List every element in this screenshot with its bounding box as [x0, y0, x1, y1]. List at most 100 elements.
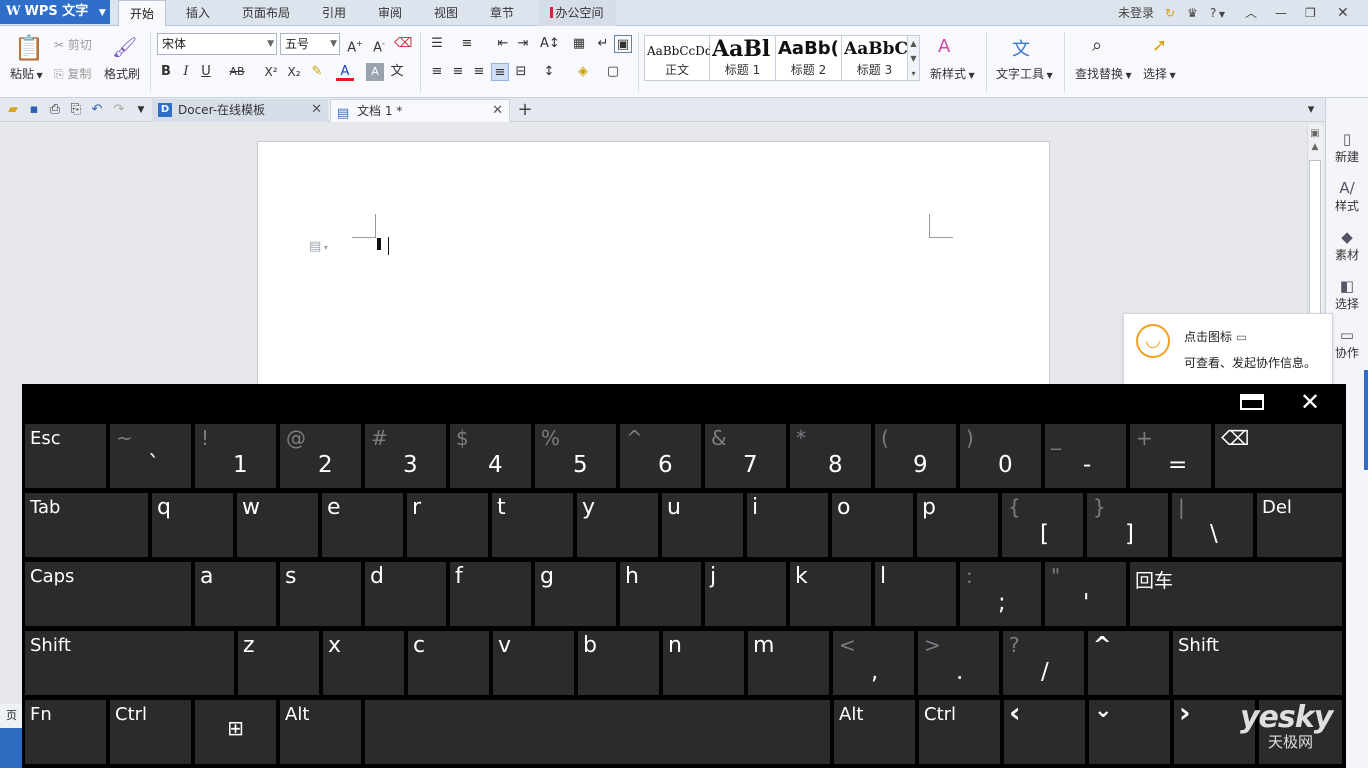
key-3[interactable]: #3: [365, 424, 446, 488]
key-6[interactable]: ^ 6: [620, 424, 701, 488]
style-gallery-scroll[interactable]: ▲ ▼ ▾: [908, 35, 920, 81]
key-o[interactable]: o: [832, 493, 913, 557]
style-normal[interactable]: AaBbCcDd 正文: [644, 35, 713, 81]
table-icon[interactable]: ▦: [570, 35, 588, 53]
undo-icon[interactable]: ↶: [88, 101, 106, 119]
style-heading-2[interactable]: AaBb( 标题 2: [776, 35, 842, 81]
key-del[interactable]: Del: [1257, 493, 1342, 557]
key-m[interactable]: m: [748, 631, 829, 695]
sidebar-item-new[interactable]: ▯ 新建: [1327, 130, 1367, 165]
key-5[interactable]: % 5: [535, 424, 616, 488]
increase-indent-icon[interactable]: ⇥: [514, 35, 532, 53]
restore-icon[interactable]: ❐: [1305, 4, 1316, 22]
scroll-top-icon[interactable]: ▣: [1308, 128, 1322, 140]
tab-insert[interactable]: 插入: [176, 0, 220, 26]
key-u[interactable]: u: [662, 493, 743, 557]
tab-review[interactable]: 审阅: [368, 0, 412, 26]
new-style-icon[interactable]: A: [938, 36, 964, 57]
minimize-icon[interactable]: —: [1275, 4, 1287, 22]
scroll-up-icon[interactable]: ▲: [1308, 142, 1322, 154]
key-c[interactable]: c: [408, 631, 489, 695]
key-comma[interactable]: <,: [833, 631, 914, 695]
key-s[interactable]: s: [280, 562, 361, 626]
bullets-icon[interactable]: ☰: [428, 35, 446, 53]
redo-icon[interactable]: ↷: [110, 101, 128, 119]
key-alt-left[interactable]: Alt: [280, 700, 361, 764]
cursor-icon[interactable]: ➚: [1152, 35, 1178, 56]
key-equals[interactable]: + =: [1130, 424, 1211, 488]
grow-font-icon[interactable]: A+: [346, 35, 364, 55]
key-z[interactable]: z: [238, 631, 319, 695]
shrink-font-icon[interactable]: A-: [370, 35, 388, 55]
key-backspace[interactable]: ⌫: [1215, 424, 1342, 488]
align-center-icon[interactable]: ≡: [449, 63, 467, 81]
key-space[interactable]: [365, 700, 830, 764]
key-ctrl-right[interactable]: Ctrl: [919, 700, 1000, 764]
key-arrow-left[interactable]: ‹: [1004, 696, 1085, 764]
superscript-button[interactable]: X²: [260, 63, 282, 81]
tab-home[interactable]: 开始: [118, 0, 166, 26]
key-j[interactable]: j: [705, 562, 786, 626]
collapse-ribbon-icon[interactable]: ︿: [1245, 4, 1257, 22]
key-enter[interactable]: 回车: [1130, 562, 1342, 626]
distribute-icon[interactable]: ⊟: [512, 63, 530, 81]
key-shift-left[interactable]: Shift: [25, 631, 234, 695]
tab-references[interactable]: 引用: [312, 0, 356, 26]
key-i[interactable]: i: [747, 493, 828, 557]
sidebar-item-select[interactable]: ◧ 选择: [1327, 277, 1367, 312]
justify-icon[interactable]: ≡: [491, 63, 509, 81]
tab-chapter[interactable]: 章节: [480, 0, 524, 26]
style-heading-1[interactable]: AaBl 标题 1: [710, 35, 776, 81]
font-size-select[interactable]: 五号 ▼: [280, 33, 340, 55]
new-style-button[interactable]: 新样式 ▼: [930, 65, 975, 82]
format-painter-button[interactable]: 格式刷: [104, 65, 140, 82]
key-quote[interactable]: " ': [1045, 562, 1126, 626]
key-g[interactable]: g: [535, 562, 616, 626]
open-folder-icon[interactable]: ▰: [4, 101, 22, 119]
key-minus[interactable]: _ -: [1045, 424, 1126, 488]
cut-button[interactable]: ✂ 剪切: [54, 36, 92, 53]
save-icon[interactable]: ▪: [25, 101, 43, 119]
key-arrow-down[interactable]: ⌄: [1089, 698, 1170, 764]
key-y[interactable]: y: [577, 493, 658, 557]
key-f[interactable]: f: [450, 562, 531, 626]
key-caps[interactable]: Caps: [25, 562, 191, 626]
line-spacing-icon[interactable]: ↕: [540, 63, 558, 81]
key-shift-right[interactable]: Shift: [1173, 631, 1342, 695]
app-menu-button[interactable]: W WPS 文字 ▼: [0, 0, 110, 24]
text-tools-icon[interactable]: 文: [1012, 35, 1038, 61]
key-fn[interactable]: Fn: [25, 700, 106, 764]
show-marks-icon[interactable]: ▣: [614, 35, 632, 53]
highlight-icon[interactable]: ✎: [308, 63, 326, 81]
tab-page-layout[interactable]: 页面布局: [236, 0, 296, 26]
key-q[interactable]: q: [152, 493, 233, 557]
key-arrow-up[interactable]: ^: [1088, 631, 1169, 695]
key-p[interactable]: p: [917, 493, 998, 557]
numbering-icon[interactable]: ≡: [458, 35, 476, 53]
login-link[interactable]: 未登录: [1118, 4, 1154, 22]
sidebar-item-collaborate[interactable]: ▭ 协作: [1327, 326, 1367, 361]
underline-button[interactable]: U: [197, 63, 215, 81]
key-d[interactable]: d: [365, 562, 446, 626]
sidebar-item-materials[interactable]: ◆ 素材: [1327, 228, 1367, 263]
key-e[interactable]: e: [322, 493, 403, 557]
decrease-indent-icon[interactable]: ⇤: [494, 35, 512, 53]
tab-docer-templates[interactable]: D Docer-在线模板 ✕: [152, 99, 328, 122]
key-backslash[interactable]: | \: [1172, 493, 1253, 557]
format-painter-icon[interactable]: 🖌: [112, 34, 137, 60]
dock-keyboard-icon[interactable]: [1240, 394, 1264, 410]
skin-icon[interactable]: ♛: [1187, 4, 1198, 22]
line-break-icon[interactable]: ↵: [594, 35, 612, 53]
tab-office-space[interactable]: 办公空间: [538, 0, 616, 26]
copy-button[interactable]: ⎘ 复制: [54, 65, 91, 82]
key-l[interactable]: l: [875, 562, 956, 626]
key-1[interactable]: ! 1: [195, 424, 276, 488]
tab-view[interactable]: 视图: [424, 0, 468, 26]
close-icon[interactable]: ✕: [1337, 4, 1349, 22]
new-tab-icon[interactable]: +: [515, 99, 535, 121]
strikethrough-button[interactable]: AB: [224, 63, 250, 81]
key-k[interactable]: k: [790, 562, 871, 626]
key-w[interactable]: w: [237, 493, 318, 557]
paste-icon[interactable]: 📋: [14, 34, 44, 62]
bold-button[interactable]: B: [157, 63, 175, 81]
